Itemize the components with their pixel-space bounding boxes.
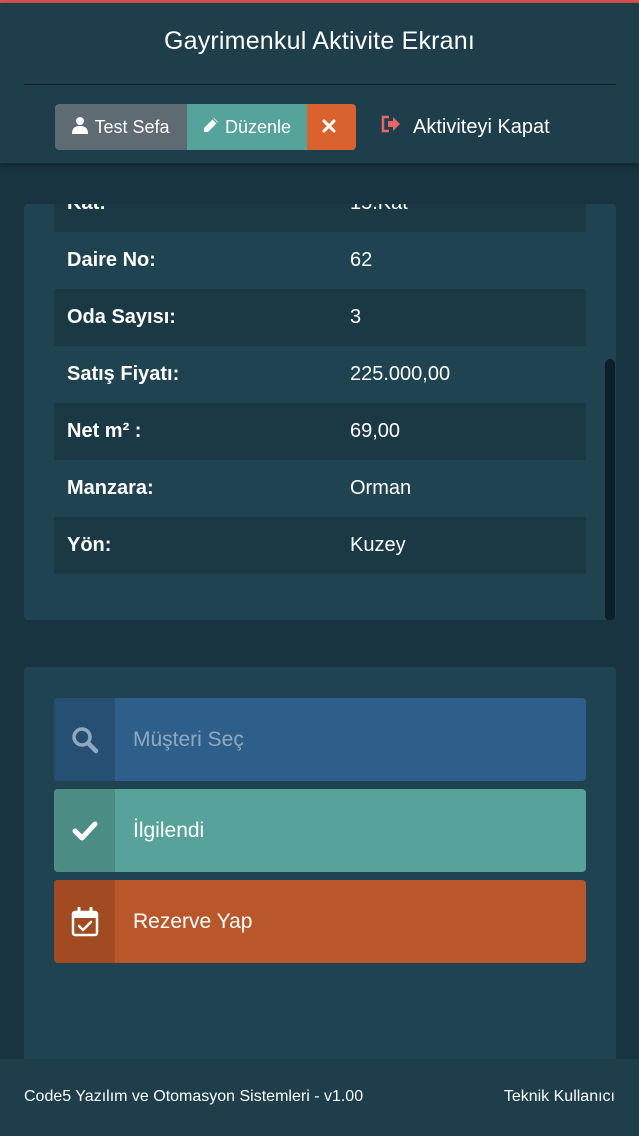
detail-label: Kat:	[54, 204, 350, 215]
detail-row-apartment-no: Daire No: 62	[54, 232, 586, 289]
detail-value: Kuzey	[350, 534, 406, 556]
header-divider	[24, 84, 616, 85]
times-icon	[322, 117, 342, 138]
footer: Code5 Yazılım ve Otomasyon Sistemleri - …	[0, 1059, 639, 1136]
pencil-icon	[203, 117, 225, 138]
detail-label: Yön:	[67, 534, 112, 556]
header: Gayrimenkul Aktivite Ekranı Test Sefa Dü…	[0, 3, 639, 163]
user-button-label: Test Sefa	[94, 116, 170, 137]
calendar-check-icon	[54, 880, 115, 963]
reserve-label: Rezerve Yap	[133, 909, 253, 933]
sign-out-icon	[381, 115, 413, 139]
detail-value: 69,00	[350, 420, 401, 442]
user-icon	[72, 116, 94, 139]
detail-row-direction: Yön: Kuzey	[54, 517, 586, 574]
detail-row-net-area: Net m² : 69,00	[54, 403, 586, 460]
detail-value: Orman	[350, 477, 412, 499]
edit-button[interactable]: Düzenle	[187, 104, 307, 150]
check-icon	[54, 789, 115, 872]
detail-label: Daire No:	[67, 249, 156, 271]
scrollbar-thumb[interactable]	[605, 359, 615, 620]
customer-select-field[interactable]: Müşteri Seç	[54, 698, 586, 781]
edit-button-label: Düzenle	[224, 116, 292, 137]
detail-label: Oda Sayısı:	[67, 306, 176, 328]
detail-row-sale-price: Satış Fiyatı: 225.000,00	[54, 346, 586, 403]
actions-panel: Müşteri Seç İlgilendi Rezerve Yap	[24, 667, 616, 1087]
header-button-group: Test Sefa Düzenle	[55, 104, 356, 150]
detail-value: 3	[350, 306, 362, 328]
property-details-panel: Kat: 15.Kat Daire No: 62 Oda Sayısı: 3 S…	[24, 204, 616, 620]
footer-company: Code5 Yazılım ve Otomasyon Sistemleri - …	[24, 1088, 364, 1105]
detail-label: Manzara:	[67, 477, 154, 499]
detail-row-floor: Kat: 15.Kat	[54, 204, 586, 232]
detail-value: 225.000,00	[350, 363, 451, 385]
delete-button[interactable]	[307, 104, 356, 150]
detail-label: Satış Fiyatı:	[67, 363, 180, 385]
page-title: Gayrimenkul Aktivite Ekranı	[163, 27, 476, 55]
detail-value: 15.Kat	[350, 204, 586, 215]
detail-row-room-count: Oda Sayısı: 3	[54, 289, 586, 346]
details-list: Kat: 15.Kat Daire No: 62 Oda Sayısı: 3 S…	[54, 204, 586, 574]
close-activity-button[interactable]: Aktiviteyi Kapat	[381, 104, 550, 150]
detail-row-view: Manzara: Orman	[54, 460, 586, 517]
search-icon	[54, 698, 115, 781]
reserve-button[interactable]: Rezerve Yap	[54, 880, 586, 963]
footer-user[interactable]: Teknik Kullanıcı	[504, 1088, 615, 1106]
interested-label: İlgilendi	[133, 818, 205, 842]
user-button[interactable]: Test Sefa	[55, 104, 187, 150]
customer-select-placeholder: Müşteri Seç	[133, 727, 244, 751]
detail-label: Net m² :	[67, 420, 142, 442]
close-activity-label: Aktiviteyi Kapat	[413, 115, 550, 138]
interested-button[interactable]: İlgilendi	[54, 789, 586, 872]
details-scrollbar[interactable]	[605, 359, 615, 620]
detail-value: 62	[350, 249, 373, 271]
